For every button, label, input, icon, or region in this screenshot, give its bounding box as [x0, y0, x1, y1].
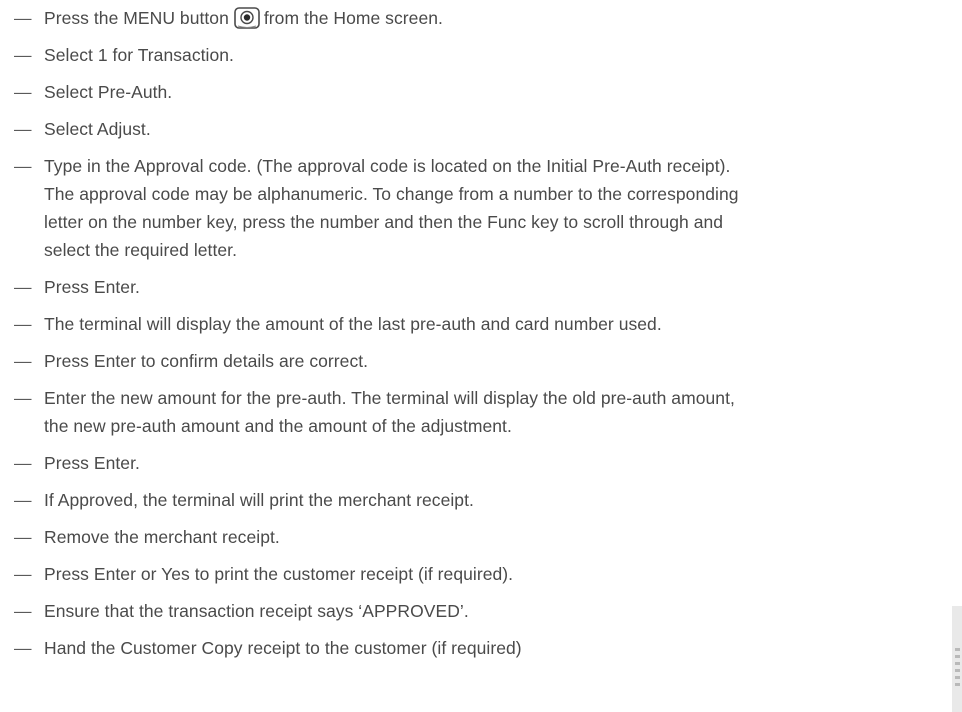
step-text-after: from the Home screen. — [263, 8, 443, 28]
dash-bullet: — — [14, 638, 32, 658]
step-text: Ensure that the transaction receipt says… — [44, 601, 469, 621]
dash-bullet: — — [14, 277, 32, 297]
step-6: — Press Enter. — [14, 273, 944, 301]
dash-bullet: — — [14, 453, 32, 473]
step-text: Enter the new amount for the pre-auth. T… — [44, 384, 944, 440]
dash-bullet: — — [14, 82, 32, 102]
step-text: The terminal will display the amount of … — [44, 314, 662, 334]
step-14: — Ensure that the transaction receipt sa… — [14, 597, 944, 625]
dash-bullet: — — [14, 119, 32, 139]
dash-bullet: — — [14, 351, 32, 371]
step-text: Press Enter to confirm details are corre… — [44, 351, 369, 371]
step-15: — Hand the Customer Copy receipt to the … — [14, 634, 944, 662]
dash-bullet: — — [14, 45, 32, 65]
step-line: letter on the number key, press the numb… — [44, 212, 724, 232]
dash-bullet: — — [14, 527, 32, 547]
step-13: — Press Enter or Yes to print the custom… — [14, 560, 944, 588]
step-1: — Press the MENU button from the Home scr… — [14, 4, 944, 32]
step-3: — Select Pre-Auth. — [14, 78, 944, 106]
dash-bullet: — — [14, 314, 32, 334]
dash-bullet: — — [14, 156, 32, 176]
step-text: Remove the merchant receipt. — [44, 527, 280, 547]
page-edge-mark — [955, 648, 960, 688]
step-11: — If Approved, the terminal will print t… — [14, 486, 944, 514]
step-8: — Press Enter to confirm details are cor… — [14, 347, 944, 375]
step-text: Select 1 for Transaction. — [44, 45, 234, 65]
step-text: Press Enter or Yes to print the customer… — [44, 564, 514, 584]
step-10: — Press Enter. — [14, 449, 944, 477]
step-12: — Remove the merchant receipt. — [14, 523, 944, 551]
step-text: If Approved, the terminal will print the… — [44, 490, 474, 510]
step-text-before: Press the MENU button — [44, 8, 229, 28]
step-text: Select Adjust. — [44, 119, 151, 139]
step-7: — The terminal will display the amount o… — [14, 310, 944, 338]
step-text: Hand the Customer Copy receipt to the cu… — [44, 638, 522, 658]
step-4: — Select Adjust. — [14, 115, 944, 143]
step-text: Press Enter. — [44, 453, 140, 473]
step-2: — Select 1 for Transaction. — [14, 41, 944, 69]
step-text: Press the MENU button from the Home scree… — [44, 4, 944, 32]
step-text: Type in the Approval code. (The approval… — [44, 152, 944, 264]
step-line: The approval code may be alphanumeric. T… — [44, 184, 739, 204]
step-line: Enter the new amount for the pre-auth. T… — [44, 388, 735, 408]
step-line: Type in the Approval code. (The approval… — [44, 156, 731, 176]
dash-bullet: — — [14, 8, 32, 28]
step-text: Select Pre-Auth. — [44, 82, 173, 102]
instruction-list: — Press the MENU button from the Home scr… — [14, 4, 944, 671]
dash-bullet: — — [14, 388, 32, 408]
step-text: Press Enter. — [44, 277, 140, 297]
dash-bullet: — — [14, 564, 32, 584]
menu-button-icon — [234, 7, 260, 29]
dash-bullet: — — [14, 601, 32, 621]
dash-bullet: — — [14, 490, 32, 510]
step-line: select the required letter. — [44, 240, 237, 260]
step-5: — Type in the Approval code. (The approv… — [14, 152, 944, 264]
step-line: the new pre-auth amount and the amount o… — [44, 416, 512, 436]
step-9: — Enter the new amount for the pre-auth.… — [14, 384, 944, 440]
